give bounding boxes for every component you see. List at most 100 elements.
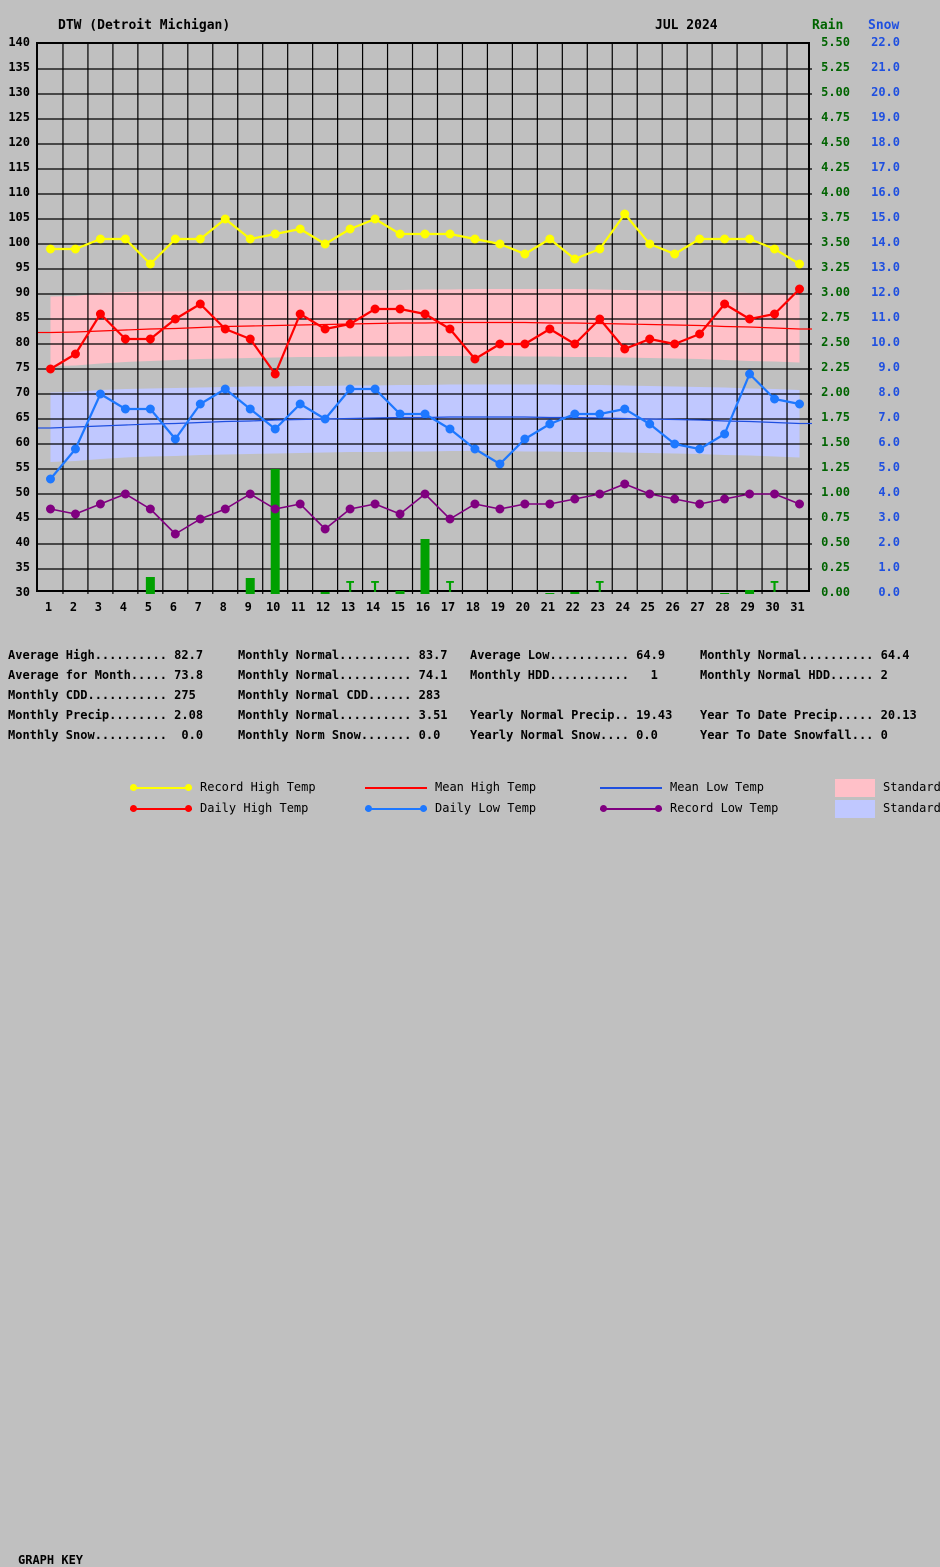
legend-item[interactable]: Daily Low Temp — [365, 799, 565, 819]
legend-marker-dot — [420, 805, 427, 812]
legend-item[interactable]: Daily High Temp — [130, 799, 330, 819]
day-tick-label: 4 — [119, 600, 127, 614]
legend-marker-dot — [130, 805, 137, 812]
temp-tick-label: 35 — [15, 560, 30, 574]
data-point — [420, 489, 430, 499]
data-point — [720, 494, 730, 504]
data-point — [370, 214, 380, 224]
temp-tick-label: 120 — [8, 135, 30, 149]
rain-tick-label: 2.00 — [821, 385, 850, 399]
day-tick-label: 9 — [244, 600, 252, 614]
snow-tick-label: 17.0 — [871, 160, 900, 174]
data-point — [145, 259, 155, 269]
temp-tick-label: 55 — [15, 460, 30, 474]
data-point — [220, 504, 230, 514]
rain-tick-label: 4.25 — [821, 160, 850, 174]
rain-tick-label: 2.25 — [821, 360, 850, 374]
day-tick-label: 20 — [515, 600, 531, 614]
snow-tick-label: 15.0 — [871, 210, 900, 224]
day-tick-label: 15 — [390, 600, 406, 614]
legend-item[interactable]: Record Low Temp — [600, 799, 800, 819]
legend-item[interactable]: Standard Deviation — [835, 799, 940, 819]
series-record-high-temp — [45, 209, 805, 269]
data-point — [795, 259, 805, 269]
monthly-statistics: Average High.......... 82.7 Monthly Norma… — [0, 648, 940, 748]
data-point — [295, 309, 305, 319]
data-point — [395, 304, 405, 314]
data-point — [745, 369, 755, 379]
rain-tick-label: 5.25 — [821, 60, 850, 74]
data-point — [520, 499, 530, 509]
data-point — [620, 209, 630, 219]
data-point — [120, 334, 130, 344]
data-point — [795, 499, 805, 509]
day-tick-label: 19 — [490, 600, 506, 614]
legend-item[interactable]: Standard Deviation — [835, 778, 940, 798]
data-point — [445, 324, 455, 334]
temp-tick-label: 130 — [8, 85, 30, 99]
temp-tick-label: 75 — [15, 360, 30, 374]
data-point — [245, 489, 255, 499]
chart-header: DTW (Detroit Michigan) JUL 2024 Rain Sno… — [0, 8, 940, 33]
day-tick-label: 30 — [765, 600, 780, 614]
snow-tick-label: 19.0 — [871, 110, 900, 124]
rain-tick-label: 4.00 — [821, 185, 850, 199]
data-point — [545, 324, 555, 334]
data-point — [595, 314, 605, 324]
legend-line-sample — [365, 787, 427, 789]
data-point — [595, 409, 605, 419]
data-point — [195, 399, 205, 409]
day-tick-label: 24 — [615, 600, 630, 614]
data-point — [320, 324, 330, 334]
snow-tick-label: 16.0 — [871, 185, 900, 199]
temperature-series — [45, 209, 805, 539]
day-tick-label: 2 — [69, 600, 78, 614]
snow-tick-label: 14.0 — [871, 235, 900, 249]
data-point — [395, 509, 405, 519]
stat-cell: Monthly Precip........ 2.08 — [8, 708, 204, 722]
stat-row: Monthly CDD........... 275 Monthly Normal… — [0, 688, 940, 708]
stat-cell: Year To Date Precip..... 20.13 — [700, 708, 917, 722]
data-point — [245, 234, 255, 244]
day-tick-label: 1 — [44, 600, 53, 614]
snow-tick-label: 4.0 — [878, 485, 900, 499]
data-point — [195, 514, 205, 524]
data-point — [470, 354, 480, 364]
data-point — [670, 494, 680, 504]
temp-tick-label: 100 — [8, 235, 30, 249]
rain-tick-label: 1.75 — [821, 410, 850, 424]
day-tick-label: 14 — [365, 600, 381, 614]
stat-cell: Average High.......... 82.7 — [8, 648, 204, 662]
data-point — [470, 499, 480, 509]
data-point — [145, 334, 155, 344]
data-point — [395, 229, 405, 239]
legend-item[interactable]: Record High Temp — [130, 778, 330, 798]
data-point — [745, 314, 755, 324]
legend-line-sample — [600, 808, 662, 810]
data-point — [95, 389, 105, 399]
rain-tick-label: 5.00 — [821, 85, 850, 99]
day-tick-label: 28 — [715, 600, 730, 614]
stat-row: Average High.......... 82.7 Monthly Norma… — [0, 648, 940, 668]
data-point — [495, 239, 505, 249]
day-tick-label: 27 — [690, 600, 705, 614]
data-point — [495, 459, 505, 469]
data-point — [120, 404, 130, 414]
legend-item[interactable]: Mean Low Temp — [600, 778, 800, 798]
data-point — [320, 524, 330, 534]
stat-cell: Monthly CDD........... 275 — [8, 688, 196, 702]
stat-cell: Monthly Snow.......... 0.0 — [8, 728, 204, 742]
series-record-low-temp — [45, 479, 805, 539]
data-point — [45, 474, 55, 484]
data-point — [70, 349, 80, 359]
legend-item[interactable]: Mean High Temp — [365, 778, 565, 798]
snow-axis: 22.0 21.0 20.0 19.0 18.0 17.0 16.0 15.0 14.0 13.0… — [866, 0, 912, 640]
rain-tick-label: 1.25 — [821, 460, 850, 474]
data-point — [45, 504, 55, 514]
rain-tick-label: 1.50 — [821, 435, 850, 449]
data-point — [745, 234, 755, 244]
data-point — [220, 214, 230, 224]
stat-cell: Monthly Normal.......... 83.7 — [238, 648, 448, 662]
data-point — [270, 369, 280, 379]
weather-plot[interactable]: TTTTT — [36, 42, 812, 596]
